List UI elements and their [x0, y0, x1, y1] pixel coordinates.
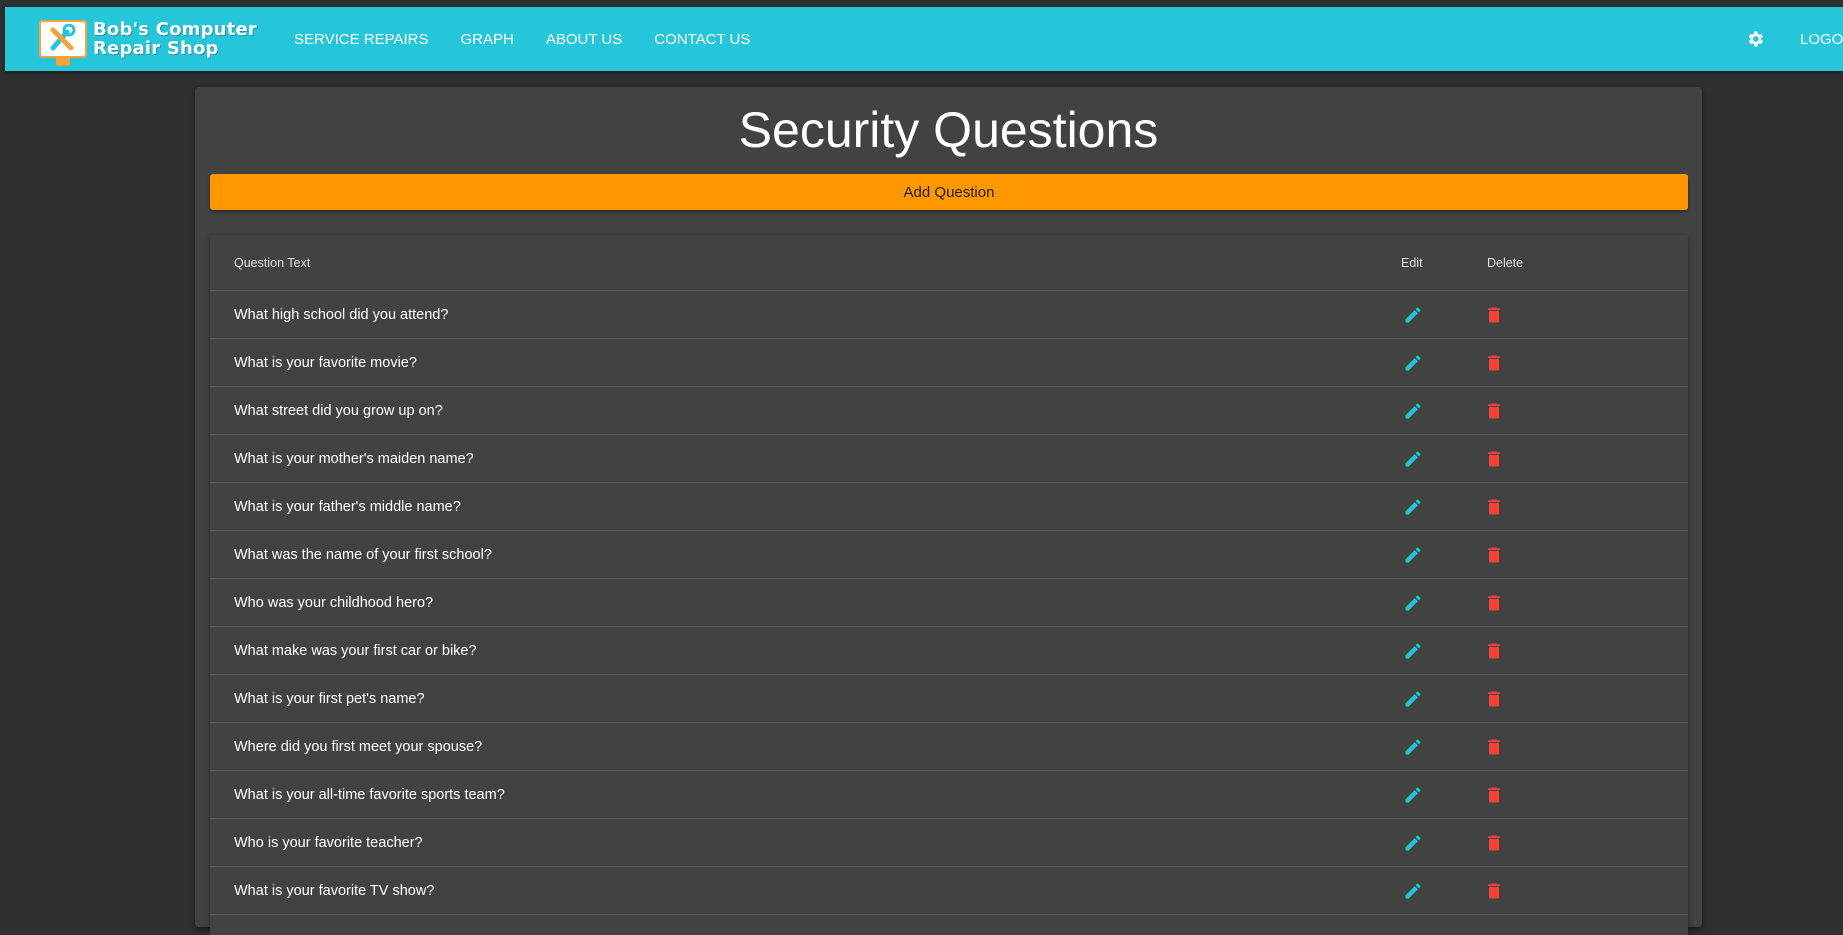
table-row: What is your mother's maiden name? — [210, 435, 1688, 483]
nav-contact-us[interactable]: CONTACT US — [654, 31, 750, 48]
edit-pencil-icon[interactable] — [1401, 879, 1425, 903]
table-row: What is your favorite movie? — [210, 339, 1688, 387]
gear-icon[interactable] — [1745, 29, 1765, 49]
table-row: What is your all-time favorite sports te… — [210, 771, 1688, 819]
table-row: What is your father's middle name? — [210, 483, 1688, 531]
nav-service-repairs[interactable]: SERVICE REPAIRS — [294, 31, 429, 48]
nav-right: LOGOUT — [1745, 7, 1843, 71]
delete-trash-icon[interactable] — [1482, 399, 1506, 423]
question-text: Who is your favorite teacher? — [234, 834, 423, 851]
table-row: What was the name of your first school? — [210, 531, 1688, 579]
delete-trash-icon[interactable] — [1482, 351, 1506, 375]
computer-repair-logo-icon — [39, 20, 87, 66]
table-row: What street did you grow up on? — [210, 387, 1688, 435]
delete-trash-icon[interactable] — [1482, 831, 1506, 855]
header-edit: Edit — [1401, 255, 1423, 270]
page-title: Security Questions — [738, 102, 1159, 158]
question-text: What is your favorite movie? — [234, 354, 417, 371]
delete-trash-icon[interactable] — [1482, 879, 1506, 903]
question-text: What is your father's middle name? — [234, 498, 461, 515]
nav-graph[interactable]: GRAPH — [461, 31, 514, 48]
header-question-text: Question Text — [234, 255, 311, 270]
question-text: What was the name of your first school? — [234, 546, 492, 563]
brand-line-2: Repair Shop — [93, 38, 219, 59]
edit-pencil-icon[interactable] — [1401, 543, 1425, 567]
add-question-button[interactable]: Add Question — [210, 174, 1688, 210]
question-text: What is your first pet's name? — [234, 690, 425, 707]
question-text: What is your favorite TV show? — [234, 882, 435, 899]
question-text: What is your all-time favorite sports te… — [234, 786, 505, 803]
question-text: What is your mother's maiden name? — [234, 450, 474, 467]
table-row: Where did you first meet your spouse? — [210, 723, 1688, 771]
question-text: Where did you first meet your spouse? — [234, 738, 483, 755]
header-delete: Delete — [1487, 255, 1524, 270]
top-strip — [0, 0, 1843, 7]
logout-link[interactable]: LOGOUT — [1800, 31, 1843, 48]
question-text: What high school did you attend? — [234, 306, 449, 323]
security-questions-card: Security Questions Add Question Question… — [195, 87, 1702, 935]
edit-pencil-icon[interactable] — [1401, 591, 1425, 615]
question-text: What street did you grow up on? — [234, 402, 443, 419]
table-row: Who was your childhood hero? — [210, 579, 1688, 627]
table-row: What is your first pet's name? — [210, 675, 1688, 723]
edit-pencil-icon[interactable] — [1401, 351, 1425, 375]
navbar: Bob's Computer Repair Shop SERVICE REPAI… — [5, 7, 1843, 71]
nav-about-us[interactable]: ABOUT US — [546, 31, 622, 48]
delete-trash-icon[interactable] — [1482, 783, 1506, 807]
delete-trash-icon[interactable] — [1482, 495, 1506, 519]
edit-pencil-icon[interactable] — [1401, 831, 1425, 855]
questions-table: Question Text Edit Delete What high scho… — [210, 235, 1688, 935]
edit-pencil-icon[interactable] — [1401, 735, 1425, 759]
edit-pencil-icon[interactable] — [1401, 399, 1425, 423]
delete-trash-icon[interactable] — [1482, 639, 1506, 663]
brand-line-1: Bob's Computer — [93, 19, 257, 40]
edit-pencil-icon[interactable] — [1401, 447, 1425, 471]
table-header: Question Text Edit Delete — [210, 235, 1688, 291]
table-body: What high school did you attend? What is … — [210, 291, 1688, 915]
delete-trash-icon[interactable] — [1482, 447, 1506, 471]
main-nav: SERVICE REPAIRS GRAPH ABOUT US CONTACT U… — [294, 7, 782, 71]
edit-pencil-icon[interactable] — [1401, 687, 1425, 711]
table-row: What high school did you attend? — [210, 291, 1688, 339]
table-row: What make was your first car or bike? — [210, 627, 1688, 675]
delete-trash-icon[interactable] — [1482, 303, 1506, 327]
delete-trash-icon[interactable] — [1482, 735, 1506, 759]
delete-trash-icon[interactable] — [1482, 543, 1506, 567]
edit-pencil-icon[interactable] — [1401, 639, 1425, 663]
edit-pencil-icon[interactable] — [1401, 783, 1425, 807]
table-row: Who is your favorite teacher? — [210, 819, 1688, 867]
edit-pencil-icon[interactable] — [1401, 495, 1425, 519]
brand-name: Bob's Computer Repair Shop — [93, 20, 257, 58]
question-text: What make was your first car or bike? — [234, 642, 477, 659]
delete-trash-icon[interactable] — [1482, 687, 1506, 711]
question-text: Who was your childhood hero? — [234, 594, 434, 611]
edit-pencil-icon[interactable] — [1401, 303, 1425, 327]
brand-logo[interactable]: Bob's Computer Repair Shop — [39, 16, 257, 66]
delete-trash-icon[interactable] — [1482, 591, 1506, 615]
